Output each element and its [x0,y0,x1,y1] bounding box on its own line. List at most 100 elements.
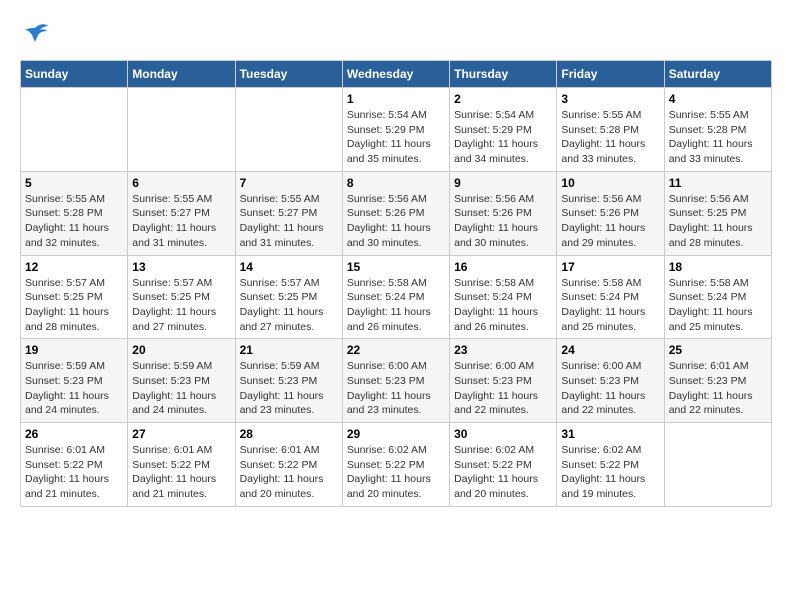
day-info: Sunrise: 5:56 AM Sunset: 5:26 PM Dayligh… [454,192,552,251]
page-header [20,20,772,50]
day-info: Sunrise: 5:55 AM Sunset: 5:28 PM Dayligh… [669,108,767,167]
day-info: Sunrise: 5:58 AM Sunset: 5:24 PM Dayligh… [669,276,767,335]
logo [20,20,54,50]
day-number: 26 [25,427,123,441]
weekday-header-tuesday: Tuesday [235,61,342,88]
calendar-week-4: 19Sunrise: 5:59 AM Sunset: 5:23 PM Dayli… [21,339,772,423]
calendar-cell: 24 Sunrise: 6:00 AM Sunset: 5:23 PM Dayli… [557,339,664,423]
day-info: Sunrise: 5:59 AM Sunset: 5:23 PM Dayligh… [132,359,230,418]
day-info: Sunrise: 6:01 AM Sunset: 5:23 PM Dayligh… [669,359,767,418]
calendar-week-3: 12 Sunrise: 5:57 AM Sunset: 5:25 PM Dayli… [21,255,772,339]
day-info: Sunrise: 5:56 AM Sunset: 5:25 PM Dayligh… [669,192,767,251]
calendar-body: 1 Sunrise: 5:54 AM Sunset: 5:29 PM Daylig… [21,88,772,507]
calendar-cell: 10 Sunrise: 5:56 AM Sunset: 5:26 PM Dayli… [557,171,664,255]
day-info: Sunrise: 6:01 AM Sunset: 5:22 PM Dayligh… [25,443,123,502]
day-info: Sunrise: 6:00 AM Sunset: 5:23 PM Dayligh… [454,359,552,418]
day-number: 28 [240,427,338,441]
day-number: 24 [561,343,659,357]
day-number: 27 [132,427,230,441]
day-info: Sunrise: 6:00 AM Sunset: 5:23 PM Dayligh… [561,359,659,418]
calendar-week-2: 5 Sunrise: 5:55 AM Sunset: 5:28 PM Daylig… [21,171,772,255]
day-number: 6 [132,176,230,190]
day-number: 5 [25,176,123,190]
calendar-cell: 21Sunrise: 5:59 AM Sunset: 5:23 PM Dayli… [235,339,342,423]
calendar-cell: 31Sunrise: 6:02 AM Sunset: 5:22 PM Dayli… [557,423,664,507]
day-info: Sunrise: 5:58 AM Sunset: 5:24 PM Dayligh… [347,276,445,335]
day-info: Sunrise: 6:02 AM Sunset: 5:22 PM Dayligh… [347,443,445,502]
calendar-cell: 9 Sunrise: 5:56 AM Sunset: 5:26 PM Daylig… [450,171,557,255]
day-info: Sunrise: 5:55 AM Sunset: 5:28 PM Dayligh… [25,192,123,251]
calendar-cell: 15Sunrise: 5:58 AM Sunset: 5:24 PM Dayli… [342,255,449,339]
calendar-cell: 19Sunrise: 5:59 AM Sunset: 5:23 PM Dayli… [21,339,128,423]
calendar-week-5: 26 Sunrise: 6:01 AM Sunset: 5:22 PM Dayli… [21,423,772,507]
day-number: 1 [347,92,445,106]
calendar-cell: 17 Sunrise: 5:58 AM Sunset: 5:24 PM Dayli… [557,255,664,339]
weekday-header-sunday: Sunday [21,61,128,88]
day-info: Sunrise: 5:55 AM Sunset: 5:28 PM Dayligh… [561,108,659,167]
calendar-cell: 27 Sunrise: 6:01 AM Sunset: 5:22 PM Dayli… [128,423,235,507]
calendar-cell: 29 Sunrise: 6:02 AM Sunset: 5:22 PM Dayli… [342,423,449,507]
day-number: 25 [669,343,767,357]
day-info: Sunrise: 5:58 AM Sunset: 5:24 PM Dayligh… [561,276,659,335]
day-number: 29 [347,427,445,441]
calendar-cell: 16 Sunrise: 5:58 AM Sunset: 5:24 PM Dayli… [450,255,557,339]
day-number: 2 [454,92,552,106]
calendar-cell [21,88,128,172]
day-number: 31 [561,427,659,441]
day-number: 8 [347,176,445,190]
day-info: Sunrise: 5:55 AM Sunset: 5:27 PM Dayligh… [132,192,230,251]
day-number: 23 [454,343,552,357]
calendar-cell: 6 Sunrise: 5:55 AM Sunset: 5:27 PM Daylig… [128,171,235,255]
calendar-cell: 23 Sunrise: 6:00 AM Sunset: 5:23 PM Dayli… [450,339,557,423]
day-number: 17 [561,260,659,274]
day-info: Sunrise: 6:02 AM Sunset: 5:22 PM Dayligh… [454,443,552,502]
day-number: 4 [669,92,767,106]
weekday-header-thursday: Thursday [450,61,557,88]
day-info: Sunrise: 5:56 AM Sunset: 5:26 PM Dayligh… [347,192,445,251]
day-number: 12 [25,260,123,274]
calendar-cell: 4 Sunrise: 5:55 AM Sunset: 5:28 PM Daylig… [664,88,771,172]
weekday-header-saturday: Saturday [664,61,771,88]
calendar-cell: 28 Sunrise: 6:01 AM Sunset: 5:22 PM Dayli… [235,423,342,507]
day-number: 13 [132,260,230,274]
day-info: Sunrise: 6:01 AM Sunset: 5:22 PM Dayligh… [240,443,338,502]
weekday-header-friday: Friday [557,61,664,88]
calendar-cell: 2 Sunrise: 5:54 AM Sunset: 5:29 PM Daylig… [450,88,557,172]
calendar-cell: 7Sunrise: 5:55 AM Sunset: 5:27 PM Daylig… [235,171,342,255]
day-info: Sunrise: 5:57 AM Sunset: 5:25 PM Dayligh… [240,276,338,335]
calendar-cell [664,423,771,507]
day-number: 14 [240,260,338,274]
day-info: Sunrise: 5:58 AM Sunset: 5:24 PM Dayligh… [454,276,552,335]
day-number: 22 [347,343,445,357]
day-number: 10 [561,176,659,190]
calendar-table: SundayMondayTuesdayWednesdayThursdayFrid… [20,60,772,507]
calendar-cell: 1 Sunrise: 5:54 AM Sunset: 5:29 PM Daylig… [342,88,449,172]
day-info: Sunrise: 5:54 AM Sunset: 5:29 PM Dayligh… [347,108,445,167]
logo-bird-icon [20,20,50,50]
day-number: 30 [454,427,552,441]
calendar-week-1: 1 Sunrise: 5:54 AM Sunset: 5:29 PM Daylig… [21,88,772,172]
day-info: Sunrise: 5:56 AM Sunset: 5:26 PM Dayligh… [561,192,659,251]
calendar-cell: 13Sunrise: 5:57 AM Sunset: 5:25 PM Dayli… [128,255,235,339]
day-info: Sunrise: 5:59 AM Sunset: 5:23 PM Dayligh… [240,359,338,418]
day-number: 16 [454,260,552,274]
day-info: Sunrise: 6:00 AM Sunset: 5:23 PM Dayligh… [347,359,445,418]
calendar-cell: 25 Sunrise: 6:01 AM Sunset: 5:23 PM Dayli… [664,339,771,423]
day-number: 11 [669,176,767,190]
day-number: 18 [669,260,767,274]
day-info: Sunrise: 5:54 AM Sunset: 5:29 PM Dayligh… [454,108,552,167]
calendar-cell: 20 Sunrise: 5:59 AM Sunset: 5:23 PM Dayli… [128,339,235,423]
calendar-cell [128,88,235,172]
calendar-cell: 22 Sunrise: 6:00 AM Sunset: 5:23 PM Dayli… [342,339,449,423]
day-info: Sunrise: 6:01 AM Sunset: 5:22 PM Dayligh… [132,443,230,502]
calendar-cell: 12Sunrise: 5:57 AM Sunset: 5:25 PM Dayli… [21,255,128,339]
day-number: 9 [454,176,552,190]
calendar-cell: 30 Sunrise: 6:02 AM Sunset: 5:22 PM Dayli… [450,423,557,507]
calendar-cell: 26 Sunrise: 6:01 AM Sunset: 5:22 PM Dayli… [21,423,128,507]
weekday-header-monday: Monday [128,61,235,88]
day-info: Sunrise: 5:55 AM Sunset: 5:27 PM Dayligh… [240,192,338,251]
day-number: 20 [132,343,230,357]
weekday-header-wednesday: Wednesday [342,61,449,88]
calendar-cell: 14 Sunrise: 5:57 AM Sunset: 5:25 PM Dayli… [235,255,342,339]
day-number: 3 [561,92,659,106]
